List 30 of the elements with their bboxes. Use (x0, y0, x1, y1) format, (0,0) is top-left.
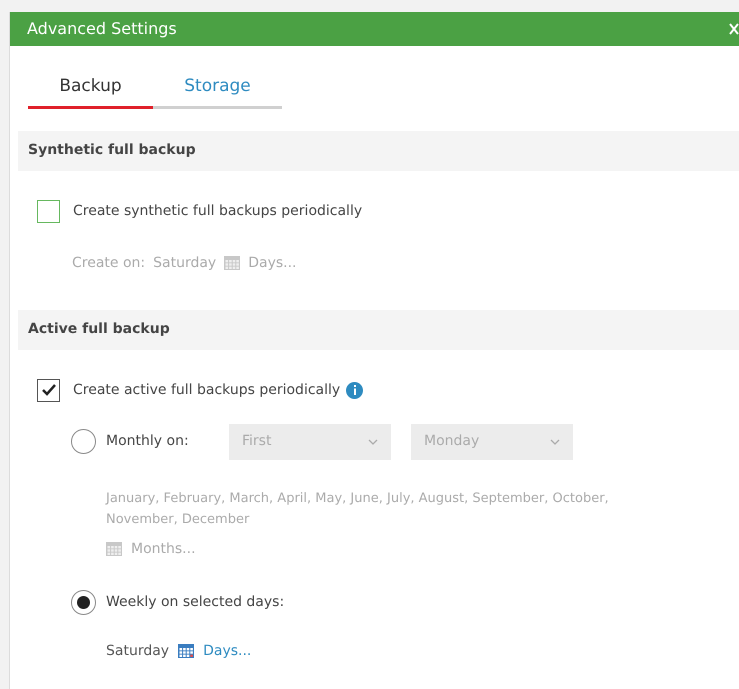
tab[interactable]: Storage (153, 74, 282, 108)
calendar-icon (106, 542, 122, 556)
tab[interactable]: Backup (28, 74, 153, 108)
months-list: January, February, March, April, May, June, July, August, September, October, November, December (18, 488, 739, 530)
day-value: Saturday (106, 642, 170, 660)
months-link[interactable]: Months... (131, 538, 196, 560)
day-value: Saturday (153, 254, 216, 272)
check-icon (42, 384, 56, 396)
dropdown[interactable]: First (229, 424, 391, 460)
radio-button[interactable] (71, 429, 96, 454)
checkbox[interactable] (37, 378, 60, 402)
checkbox[interactable] (37, 200, 60, 222)
days-link[interactable]: Days... (203, 640, 252, 662)
checkbox-label: Create synthetic full backups periodically (73, 202, 362, 220)
close-icon[interactable] (729, 23, 739, 35)
dropdown[interactable]: Monday (411, 424, 573, 460)
calendar-icon (178, 644, 194, 658)
radio-button[interactable] (71, 590, 96, 614)
radio-label: Monthly on: (106, 432, 190, 451)
section-title: Active full backup (28, 320, 170, 339)
window-title: Advanced Settings (27, 18, 177, 40)
section-title: Synthetic full backup (28, 141, 196, 160)
radio-label: Weekly on selected days: (106, 592, 284, 612)
info-icon[interactable] (346, 382, 364, 398)
checkbox-label: Create active full backups periodically (73, 380, 340, 400)
field-label: Create on: (72, 254, 146, 272)
chevron-down-icon (368, 438, 378, 444)
calendar-icon (224, 256, 240, 270)
days-link[interactable]: Days... (248, 252, 297, 274)
chevron-down-icon (550, 438, 560, 444)
